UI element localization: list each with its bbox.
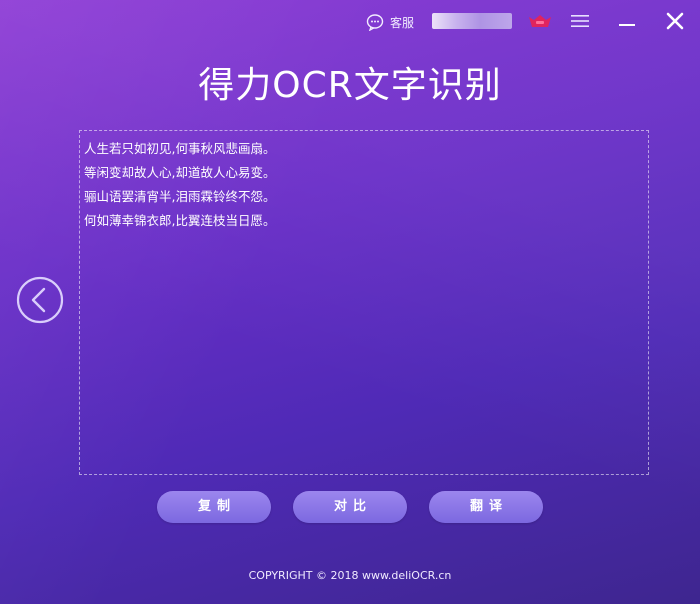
- title-bar: 客服: [0, 0, 700, 44]
- translate-button[interactable]: 翻译: [429, 491, 543, 523]
- vip-crown-icon[interactable]: [528, 14, 552, 28]
- ocr-result-textarea[interactable]: 人生若只如初见,何事秋风悲画扇。 等闲变却故人心,却道故人心易变。 骊山语罢清宵…: [79, 130, 649, 475]
- result-line: 何如薄幸锦衣郎,比翼连枝当日愿。: [84, 213, 276, 228]
- chat-bubble-icon: [366, 14, 384, 31]
- copy-button[interactable]: 复制: [157, 491, 271, 523]
- minimize-icon[interactable]: [616, 10, 638, 32]
- chevron-left-circle-icon[interactable]: [16, 276, 64, 324]
- copyright-footer: COPYRIGHT © 2018 www.deliOCR.cn: [248, 569, 452, 582]
- result-line: 等闲变却故人心,却道故人心易变。: [84, 165, 276, 180]
- close-icon[interactable]: [664, 10, 686, 32]
- result-line: 骊山语罢清宵半,泪雨霖铃终不怨。: [84, 189, 276, 204]
- hamburger-menu-icon[interactable]: [570, 12, 590, 30]
- app-title: 得力OCR文字识别: [198, 65, 502, 106]
- result-line: 人生若只如初见,何事秋风悲画扇。: [84, 141, 276, 156]
- user-name-blurred[interactable]: [432, 13, 512, 29]
- customer-service-label: 客服: [390, 15, 415, 30]
- compare-button[interactable]: 对比: [293, 491, 407, 523]
- customer-service-button[interactable]: 客服: [366, 12, 414, 32]
